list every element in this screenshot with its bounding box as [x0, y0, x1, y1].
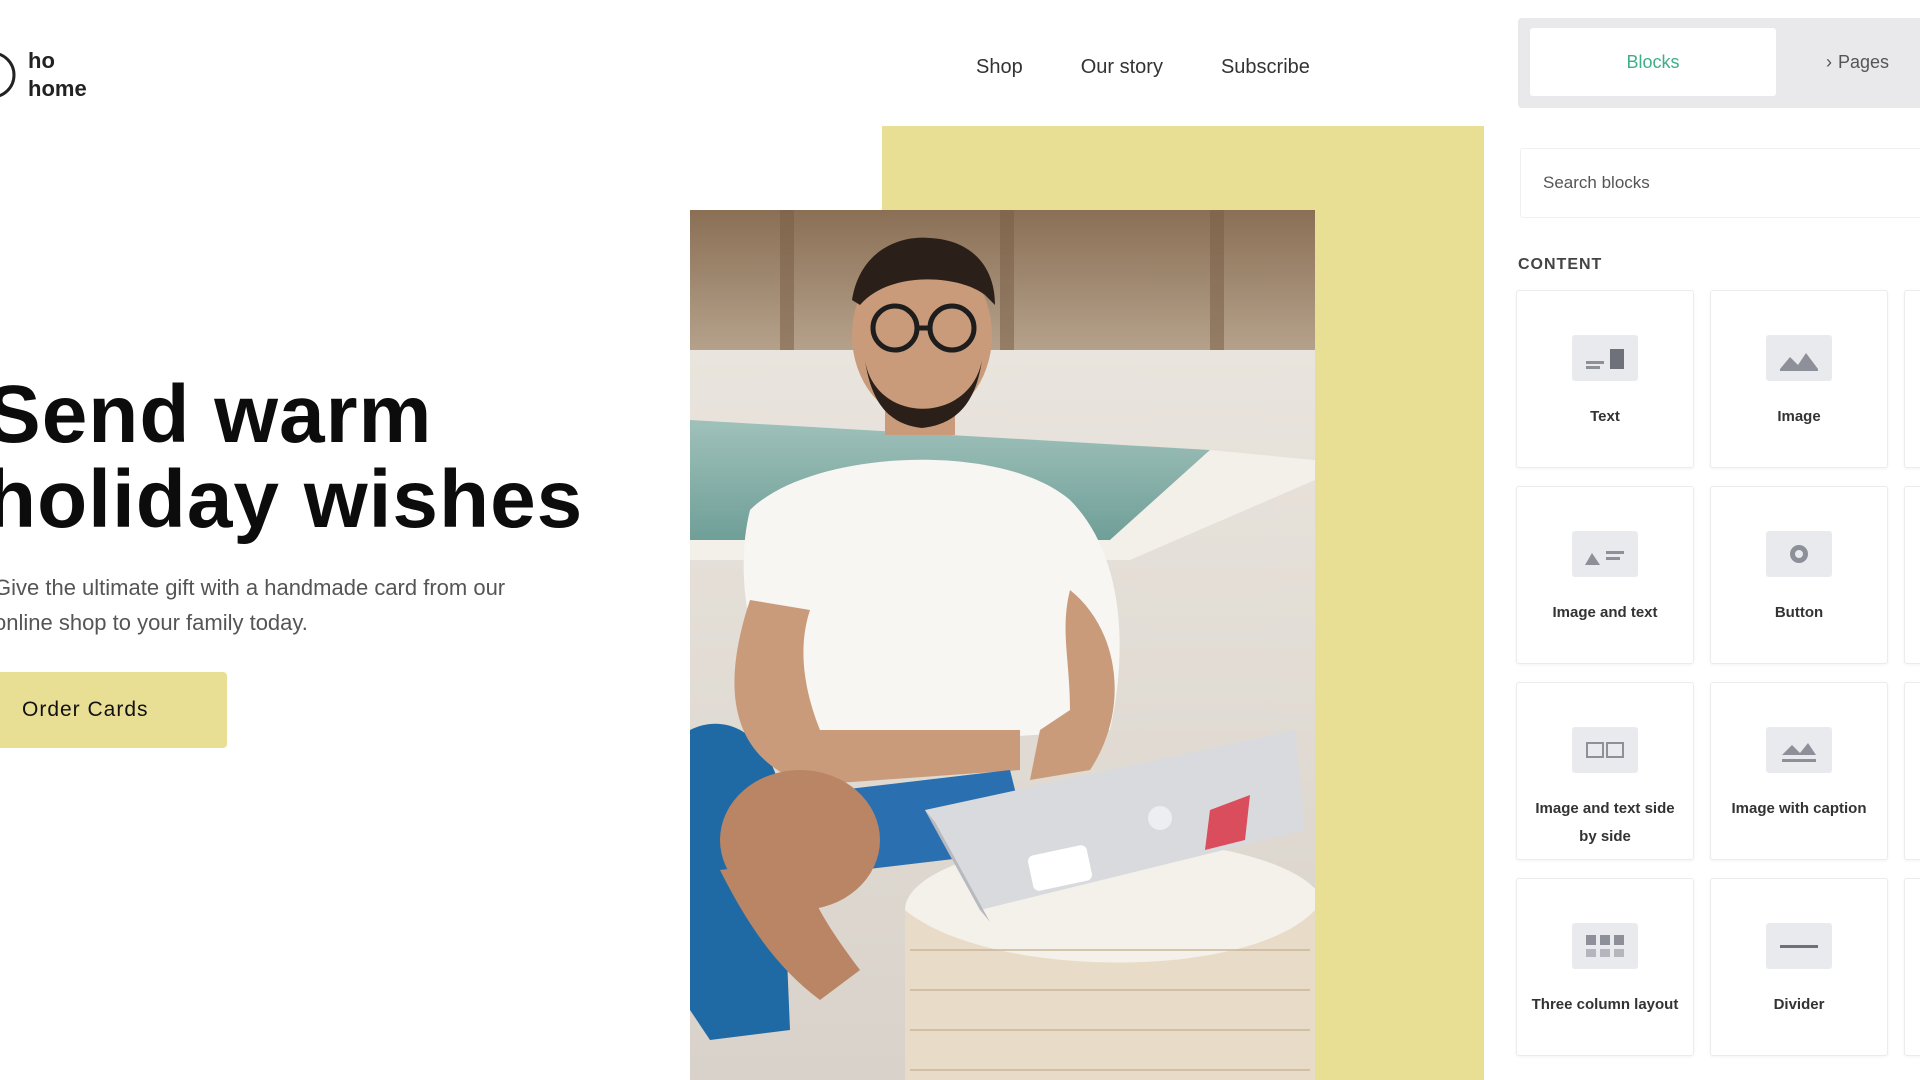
block-label: Image with caption [1731, 800, 1867, 817]
logo-wordmark: ho home [28, 47, 87, 103]
block-label: Button [1774, 604, 1824, 621]
block-tile-clipped[interactable] [1904, 682, 1920, 860]
site-logo[interactable]: ho home [0, 46, 87, 104]
divider-block-icon [1766, 923, 1832, 969]
section-label-content: CONTENT [1518, 256, 1603, 273]
block-tile-button[interactable]: Button [1710, 486, 1888, 664]
block-tile-divider[interactable]: Divider [1710, 878, 1888, 1056]
button-block-icon [1766, 531, 1832, 577]
block-tile-clipped[interactable] [1904, 486, 1920, 664]
block-tile-columns[interactable]: Three column layout [1516, 878, 1694, 1056]
image-text-block-icon [1572, 531, 1638, 577]
hero-cta-button[interactable]: Order Cards [0, 672, 227, 748]
tab-pages-label: Pages [1838, 51, 1890, 72]
image-block-icon [1766, 335, 1832, 381]
nav-link-our-story[interactable]: Our story [1081, 56, 1163, 79]
hero-title-line-2: holiday wishes [0, 454, 584, 545]
block-tile-side-by-side[interactable]: Image and text side by side [1516, 682, 1694, 860]
hero-photo-illustration [690, 210, 1315, 1080]
block-grid: Text Image Image and text Button Image a… [1516, 290, 1920, 1056]
block-search-input[interactable] [1521, 149, 1920, 217]
block-label: Image and text side by side [1535, 800, 1675, 845]
logo-line-2: home [28, 76, 87, 101]
block-tile-image-text[interactable]: Image and text [1516, 486, 1694, 664]
site-nav: Shop Our story Subscribe [976, 56, 1310, 79]
nav-link-subscribe[interactable]: Subscribe [1221, 56, 1310, 79]
block-tile-caption[interactable]: Image with caption [1710, 682, 1888, 860]
panel-tabs: Blocks › Pages [1518, 18, 1920, 108]
block-label: Divider [1773, 996, 1825, 1013]
logo-line-1: ho [28, 48, 55, 73]
block-tile-clipped[interactable] [1904, 290, 1920, 468]
hero-title: Send warm holiday wishes [0, 372, 606, 542]
block-tile-image[interactable]: Image [1710, 290, 1888, 468]
block-label: Image [1777, 408, 1821, 425]
hero-title-line-1: Send warm [0, 369, 433, 460]
nav-link-shop[interactable]: Shop [976, 56, 1023, 79]
side-by-side-block-icon [1572, 727, 1638, 773]
text-block-icon [1572, 335, 1638, 381]
tab-blocks[interactable]: Blocks [1530, 28, 1776, 96]
block-tile-clipped[interactable] [1904, 878, 1920, 1056]
caption-block-icon [1766, 727, 1832, 773]
block-tile-text[interactable]: Text [1516, 290, 1694, 468]
block-label: Image and text [1552, 604, 1658, 621]
page: ho home Shop Our story Subscribe Send wa… [0, 0, 1920, 1080]
columns-block-icon [1572, 923, 1638, 969]
builder-side-panel: Blocks › Pages CONTENT Text [1484, 0, 1920, 1080]
hero-subtitle: Give the ultimate gift with a handmade c… [0, 575, 506, 635]
hero-photo[interactable] [690, 210, 1315, 1080]
chevron-right-icon: › [1826, 51, 1832, 72]
block-label: Three column layout [1531, 996, 1679, 1013]
block-search-field [1520, 148, 1920, 218]
block-label: Text [1590, 408, 1620, 425]
logo-icon [0, 52, 16, 98]
tab-pages[interactable]: › Pages [1818, 40, 1897, 84]
